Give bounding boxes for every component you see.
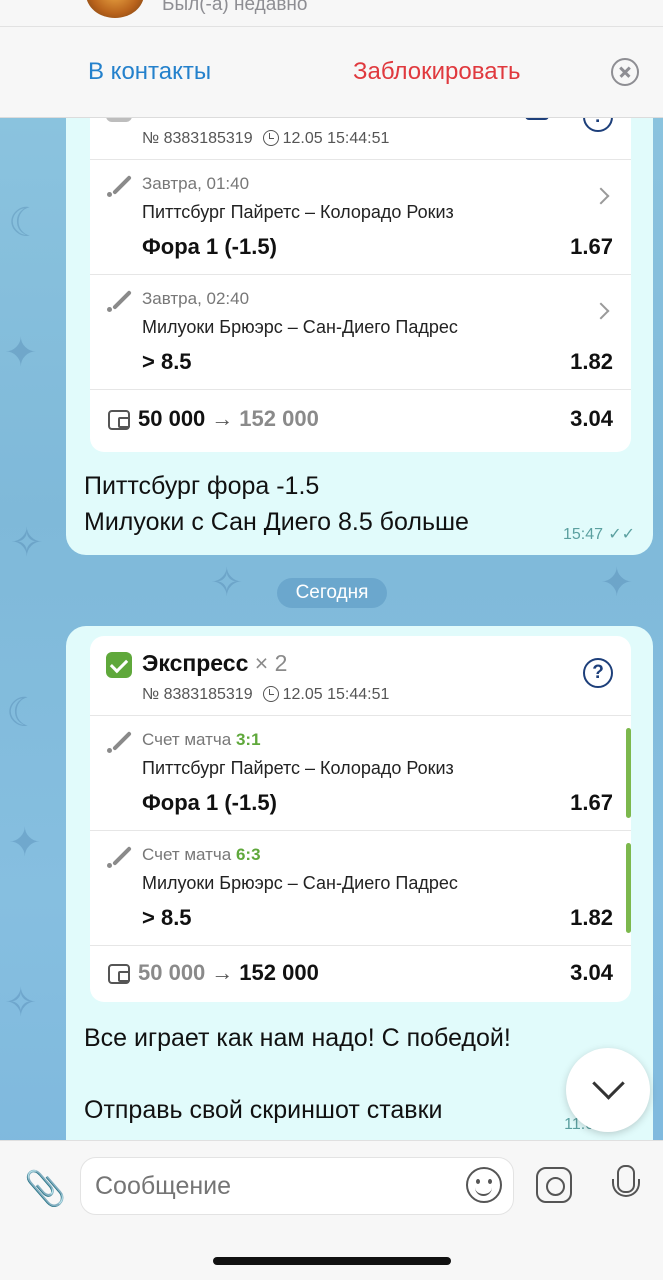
- event-teams: Питтсбург Пайретс – Колорадо Рокиз: [142, 758, 454, 778]
- divider: [0, 26, 663, 27]
- bet-datetime: 12.05 15:44:51: [282, 130, 390, 147]
- bet-event[interactable]: Завтра, 02:40 Милуоки Брюэрс – Сан-Диего…: [90, 275, 631, 390]
- bet-event[interactable]: Завтра, 01:40 Питтсбург Пайретс – Колора…: [90, 160, 631, 275]
- baseball-bat-icon: [106, 728, 132, 754]
- bet-meta: № 8383185319 12.05 15:44:51: [142, 686, 389, 704]
- stake-to-payout: 50 000 → 152 000: [138, 960, 319, 986]
- home-indicator: [213, 1257, 451, 1265]
- event-teams: Милуоки Брюэрс – Сан-Диего Падрес: [142, 873, 458, 893]
- bet-datetime: 12.05 15:44:51: [282, 686, 390, 703]
- message-line: Все играет как нам надо! С победой!: [84, 1024, 511, 1052]
- microphone-icon[interactable]: [610, 1165, 640, 1207]
- bet-number: № 8383185319: [142, 686, 253, 703]
- score-label: Счет матча: [142, 730, 232, 749]
- event-odd: 1.82: [570, 349, 613, 374]
- message-text: Все играет как нам надо! С победой! Отпр…: [84, 1020, 511, 1128]
- payout-amount: 152 000: [239, 960, 319, 985]
- scroll-down-button[interactable]: [566, 1048, 650, 1132]
- total-odd: 3.04: [570, 960, 613, 985]
- block-button[interactable]: Заблокировать: [353, 58, 521, 86]
- arrow-right-icon: →: [211, 406, 234, 431]
- score-value: 6:3: [235, 845, 261, 864]
- match-score: Счет матча 3:1: [142, 730, 261, 750]
- help-icon[interactable]: ?: [583, 658, 613, 688]
- stake-to-payout: 50 000 → 152 000: [138, 406, 319, 432]
- arrow-right-icon: →: [211, 960, 234, 985]
- bet-card-header: Экспресс × 2 № 8383185319 12.05 15:44:51 …: [90, 636, 631, 716]
- baseball-bat-icon: [106, 172, 132, 198]
- baseball-bat-icon: [106, 843, 132, 869]
- clock-icon: [262, 130, 279, 146]
- event-market: Фора 1 (-1.5): [142, 234, 277, 259]
- checkmark-icon: [106, 652, 132, 678]
- event-odd: 1.67: [570, 234, 613, 259]
- total-odd: 3.04: [570, 406, 613, 431]
- bet-card[interactable]: Экспресс × 2 № 8383185319 12.05 15:44:51 …: [90, 636, 631, 1002]
- message-bubble[interactable]: Экспресс × 2 № 8383185319 12.05 15:44:51 …: [66, 626, 653, 1166]
- bet-meta: № 8383185319 12.05 15:44:51: [142, 130, 389, 148]
- wallet-icon: [108, 964, 130, 984]
- bet-event[interactable]: Счет матча 3:1 Питтсбург Пайретс – Колор…: [90, 716, 631, 831]
- win-indicator: [626, 728, 631, 818]
- chat-header: Был(-а) недавно В контакты Заблокировать: [0, 0, 663, 118]
- message-time: 15:47: [562, 526, 603, 543]
- paperclip-icon[interactable]: 📎: [24, 1169, 66, 1208]
- bet-number: № 8383185319: [142, 130, 253, 147]
- event-time: Завтра, 01:40: [142, 174, 250, 193]
- chevron-right-icon[interactable]: [592, 187, 610, 205]
- bet-card[interactable]: № 838318531912.05 15:44:51 ? Завтра, 01:…: [90, 80, 631, 452]
- emoji-icon[interactable]: [466, 1167, 502, 1203]
- clock-icon: [262, 686, 279, 702]
- bet-type: Экспресс: [142, 650, 249, 676]
- close-icon[interactable]: [611, 58, 639, 86]
- event-teams: Питтсбург Пайретс – Колорадо Рокиз: [142, 202, 454, 222]
- payout-amount: 152 000: [239, 406, 319, 431]
- bet-event[interactable]: Счет матча 6:3 Милуоки Брюэрс – Сан-Диег…: [90, 831, 631, 946]
- date-separator: Сегодня: [277, 578, 387, 608]
- event-odd: 1.82: [570, 905, 613, 930]
- message-line: Питтсбург фора -1.5: [84, 472, 320, 500]
- chevron-right-icon[interactable]: [592, 302, 610, 320]
- event-market: > 8.5: [142, 905, 192, 930]
- stake-amount: 50 000: [138, 960, 206, 985]
- score-label: Счет матча: [142, 845, 232, 864]
- message-bubble[interactable]: № 838318531912.05 15:44:51 ? Завтра, 01:…: [66, 80, 653, 555]
- stake-amount: 50 000: [138, 406, 206, 431]
- message-line: Отправь свой скриншот ставки: [84, 1096, 443, 1124]
- event-market: Фора 1 (-1.5): [142, 790, 277, 815]
- read-checkmarks-icon: ✓✓: [608, 526, 635, 543]
- win-indicator: [626, 843, 631, 933]
- bet-title: Экспресс × 2: [142, 650, 287, 677]
- event-teams: Милуоки Брюэрс – Сан-Диего Падрес: [142, 317, 458, 337]
- bet-summary: 50 000 → 152 000 3.04: [90, 946, 631, 1004]
- bet-summary: 50 000 → 152 000 3.04: [90, 392, 631, 450]
- last-seen-status: Был(-а) недавно: [162, 0, 308, 15]
- avatar[interactable]: [86, 0, 144, 18]
- add-to-contacts-button[interactable]: В контакты: [88, 58, 211, 86]
- event-time: Завтра, 02:40: [142, 289, 250, 308]
- match-score: Счет матча 6:3: [142, 845, 261, 865]
- score-value: 3:1: [235, 730, 261, 749]
- event-odd: 1.67: [570, 790, 613, 815]
- bet-count: × 2: [254, 650, 288, 676]
- instagram-icon[interactable]: [536, 1167, 572, 1203]
- message-composer: 📎: [0, 1140, 663, 1280]
- baseball-bat-icon: [106, 287, 132, 313]
- message-input[interactable]: [80, 1157, 514, 1215]
- wallet-icon: [108, 410, 130, 430]
- message-text: Питтсбург фора -1.5 Милуоки с Сан Диего …: [84, 468, 469, 540]
- event-market: > 8.5: [142, 349, 192, 374]
- message-line: Милуоки с Сан Диего 8.5 больше: [84, 508, 469, 536]
